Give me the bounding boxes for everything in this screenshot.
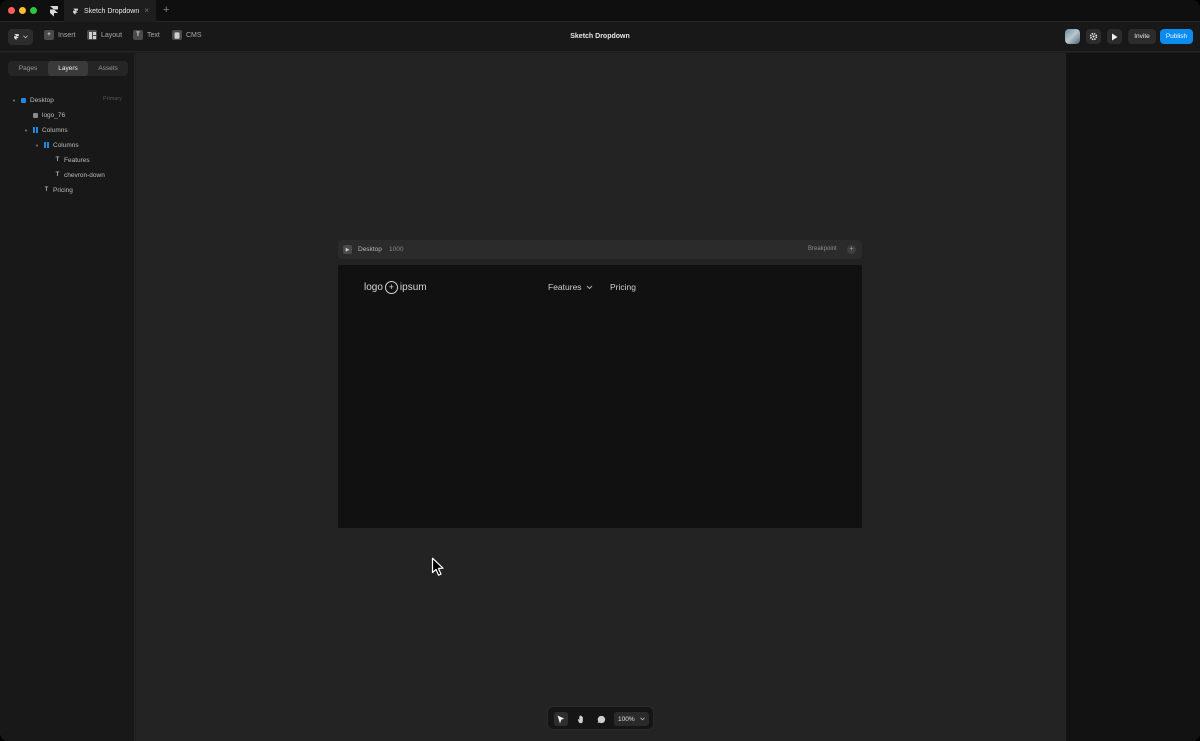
comment-icon [597,715,605,723]
layer-features[interactable]: T Features [55,154,90,166]
preview-button[interactable] [1107,29,1122,44]
database-icon [172,30,182,40]
layer-columns[interactable]: ▼ Columns [24,124,68,136]
layer-label: Columns [42,126,68,134]
select-tool-button[interactable] [554,712,568,726]
nav-pricing[interactable]: Pricing [610,282,636,292]
insert-label: Insert [58,31,76,39]
cursor-arrow-icon [557,715,565,723]
layout-button[interactable]: Layout [87,30,122,40]
app-window: Sketch Dropdown × + + Insert Layout T Te… [0,0,1200,741]
document-title[interactable]: Sketch Dropdown [540,33,660,40]
logo-text-right: ipsum [399,282,427,293]
avatar[interactable] [1065,29,1080,44]
layer-chevron-down[interactable]: T chevron-down [55,169,105,181]
text-layer-icon: T [55,172,60,178]
insert-button[interactable]: + Insert [44,30,76,40]
layer-desktop[interactable]: ▼ Desktop [12,94,54,106]
mouse-cursor-icon [431,557,444,576]
desktop-frame[interactable]: logo + ipsum Features Pricing [338,265,862,528]
title-bar: Sketch Dropdown × + [0,0,1200,22]
chevron-down-icon [640,717,645,721]
logo-mark-icon: + [384,281,398,294]
comment-tool-button[interactable] [594,712,608,726]
framer-logo-icon[interactable] [48,5,60,17]
framer-menu-icon [14,34,19,41]
caret-down-icon[interactable]: ▼ [12,98,17,103]
chevron-down-icon [23,35,28,39]
settings-button[interactable] [1086,29,1101,44]
document-tab[interactable]: Sketch Dropdown × [64,0,156,22]
layout-icon [87,30,97,40]
main-menu-button[interactable] [8,29,33,45]
text-icon: T [133,30,143,40]
zoom-select[interactable]: 100% [614,712,649,726]
chevron-down-icon [586,285,592,289]
text-layer-icon: T [55,157,60,163]
main-toolbar: + Insert Layout T Text CMS Sketch Dropdo… [0,22,1200,52]
cms-button[interactable]: CMS [172,30,202,40]
tab-title: Sketch Dropdown [84,7,140,15]
publish-button[interactable]: Publish [1160,29,1193,44]
columns-icon [44,142,49,148]
zoom-value: 100% [618,715,635,723]
logo-text-left: logo [364,282,383,293]
maximize-window-button[interactable] [30,7,37,14]
right-panel [1065,53,1200,741]
play-icon [1112,33,1118,40]
text-label: Text [147,31,160,39]
caret-down-icon[interactable]: ▼ [24,128,29,133]
invite-button[interactable]: Invite [1128,29,1156,44]
frame-width: 1000 [389,246,404,253]
nav-features[interactable]: Features [548,282,593,292]
frame-header[interactable]: ▶ Desktop 1000 Breakpoint + [338,240,862,259]
hand-tool-button[interactable] [574,712,588,726]
text-layer-icon: T [44,187,49,193]
caret-down-icon[interactable]: ▼ [35,143,40,148]
layer-label: Columns [53,141,79,149]
layer-label: Features [64,156,90,164]
tab-pages[interactable]: Pages [8,61,48,76]
frame-label: Desktop [358,246,382,253]
panel-tabs: Pages Layers Assets [8,61,128,76]
breakpoint-label[interactable]: Breakpoint [808,246,837,252]
layer-logo[interactable]: logo_76 [24,109,65,121]
layout-label: Layout [101,31,123,39]
plus-icon: + [44,30,54,40]
nav-features-label: Features [548,282,582,292]
framer-tab-icon [73,8,78,15]
layer-columns-nested[interactable]: ▼ Columns [35,139,79,151]
tab-close-icon[interactable]: × [144,6,149,15]
gear-icon [1089,32,1098,41]
play-icon[interactable]: ▶ [343,245,352,254]
frame-icon [21,97,26,103]
left-panel: Pages Layers Assets ▼ Desktop Primary lo… [0,53,135,741]
tab-layers[interactable]: Layers [48,61,88,76]
canvas-tools-bar: 100% [547,706,654,730]
hand-icon [577,714,583,723]
layer-label: Desktop [30,96,54,104]
layer-label: chevron-down [64,171,105,179]
layer-pricing[interactable]: T Pricing [44,184,73,196]
cms-label: CMS [186,31,202,39]
columns-icon [33,127,38,133]
add-breakpoint-button[interactable]: + [847,245,856,254]
minimize-window-button[interactable] [19,7,26,14]
layer-label: Pricing [53,186,73,194]
close-window-button[interactable] [8,7,15,14]
layer-label: logo_76 [42,111,66,119]
new-tab-button[interactable]: + [163,4,169,16]
logo[interactable]: logo + ipsum [364,281,427,294]
layer-tag: Primary [103,96,122,102]
text-button[interactable]: T Text [133,30,160,40]
image-icon [33,112,38,118]
tab-assets[interactable]: Assets [88,61,128,76]
